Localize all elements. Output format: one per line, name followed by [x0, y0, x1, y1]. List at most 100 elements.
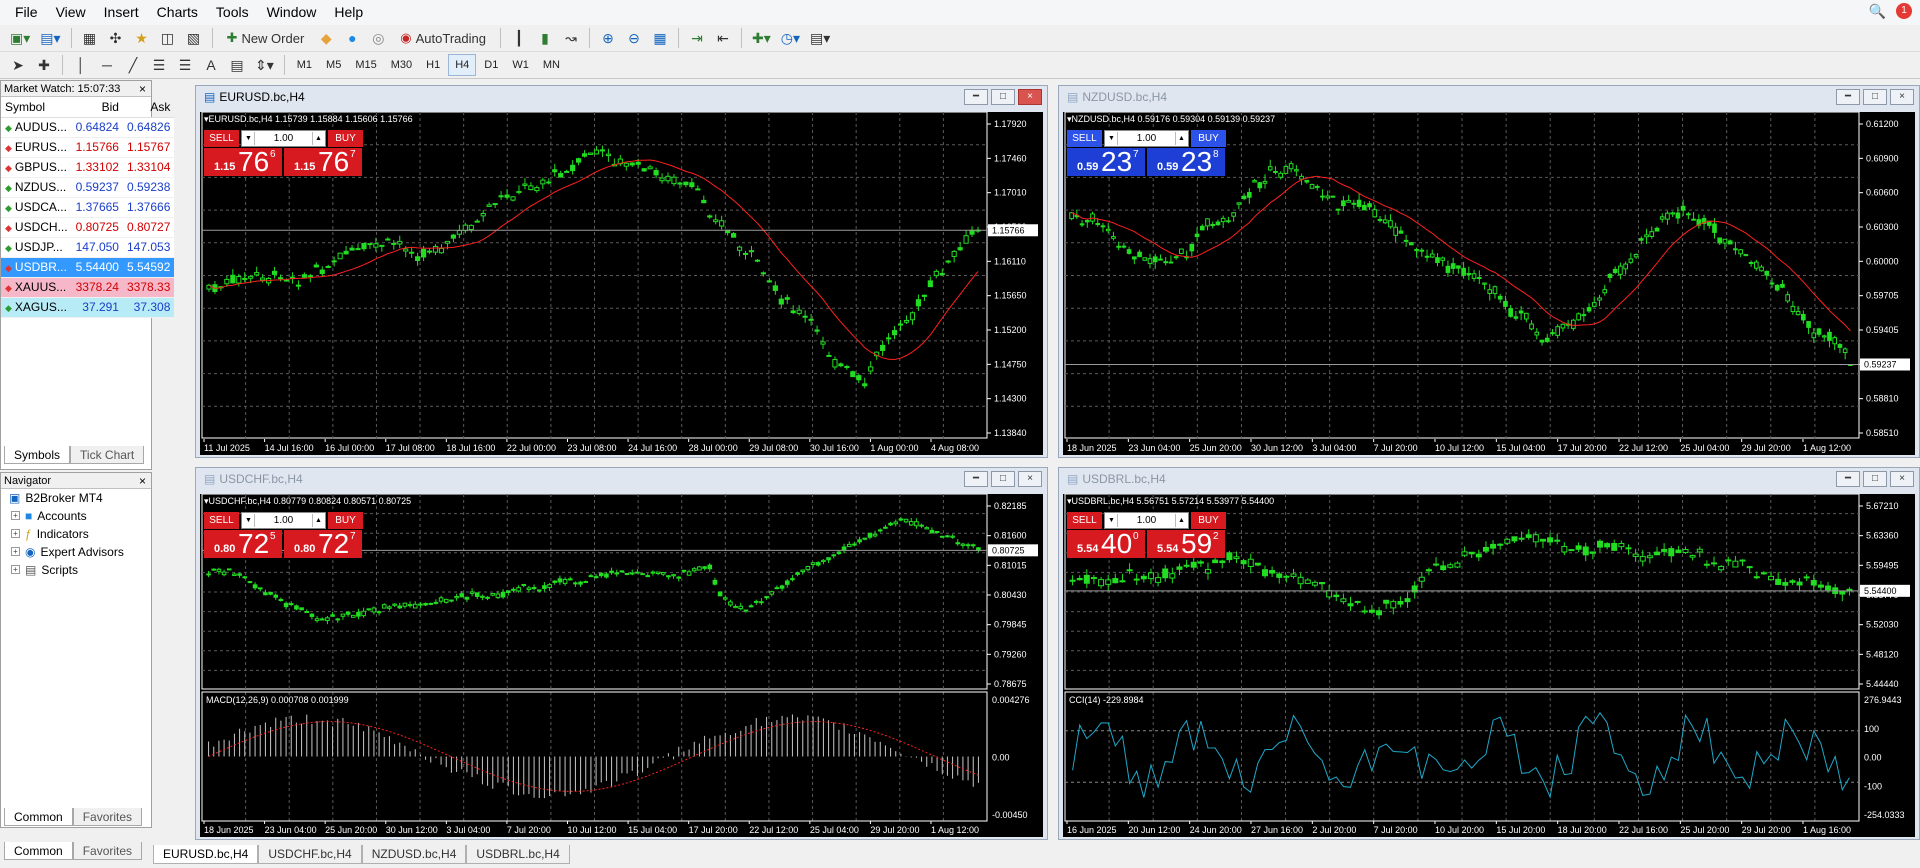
templates-icon[interactable]: ▤▾	[806, 27, 834, 49]
symbol-cell[interactable]: ◆ EURUS...	[1, 137, 72, 158]
buy-button[interactable]: BUY	[328, 130, 363, 147]
auto-scroll-icon[interactable]: ⇥	[685, 27, 709, 49]
navigator-root[interactable]: ▣ B2Broker MT4	[1, 489, 151, 507]
maximize-button[interactable]: □	[1863, 89, 1887, 105]
timeframe-m15[interactable]: M15	[349, 54, 382, 76]
chart-tab-usdbrl[interactable]: USDBRL.bc,H4	[466, 845, 570, 864]
column-header-ask[interactable]: Ask	[122, 97, 175, 118]
line-chart-icon[interactable]: ↝	[559, 27, 583, 49]
lot-size-input[interactable]: ▼ 1.00 ▲	[1104, 512, 1189, 529]
close-button[interactable]: ×	[1890, 471, 1914, 487]
chart-tab-nzdusd[interactable]: NZDUSD.bc,H4	[361, 845, 467, 864]
menu-charts[interactable]: Charts	[148, 0, 207, 25]
buy-price-box[interactable]: 0.59 23 8	[1147, 146, 1225, 177]
decrease-lot-icon[interactable]: ▼	[243, 514, 255, 527]
tab-favorites-outer[interactable]: Favorites	[72, 842, 143, 860]
sell-price-box[interactable]: 5.54 40 0	[1067, 528, 1145, 559]
table-row[interactable]: ◆ USDCA... 1.37665 1.37666	[1, 197, 175, 218]
notifications-icon[interactable]: 1	[1896, 3, 1912, 19]
trendline-icon[interactable]: ╱	[121, 54, 145, 76]
minimize-button[interactable]: ━	[964, 89, 988, 105]
timeframe-m1[interactable]: M1	[291, 54, 318, 76]
tab-tick-chart[interactable]: Tick Chart	[70, 446, 145, 464]
maximize-button[interactable]: □	[991, 471, 1015, 487]
sell-button[interactable]: SELL	[1067, 130, 1102, 147]
sell-price-box[interactable]: 1.15 76 6	[204, 146, 282, 177]
decrease-lot-icon[interactable]: ▼	[1106, 514, 1118, 527]
data-window-icon[interactable]: ✣	[104, 27, 128, 49]
decrease-lot-icon[interactable]: ▼	[243, 132, 255, 145]
navigator-item-expert-advisors[interactable]: + ◉ Expert Advisors	[1, 543, 151, 561]
table-row[interactable]: ◆ USDBR... 5.54400 5.54592	[1, 257, 175, 278]
terminal-icon[interactable]: ◫	[156, 27, 180, 49]
table-row[interactable]: ◆ USDCH... 0.80725 0.80727	[1, 217, 175, 238]
buy-button[interactable]: BUY	[1191, 130, 1226, 147]
tab-symbols[interactable]: Symbols	[4, 446, 71, 464]
timeframe-m30[interactable]: M30	[385, 54, 418, 76]
expand-icon[interactable]: +	[11, 511, 20, 520]
column-header-symbol[interactable]: Symbol	[1, 97, 72, 118]
timeframe-w1[interactable]: W1	[506, 54, 535, 76]
chart-window-usdbrl[interactable]: ▤ USDBRL.bc,H4 ━ □ × 5.67210 5.63360 5.59495 5…	[1058, 467, 1920, 840]
indicators-icon[interactable]: ✚▾	[748, 27, 775, 49]
buy-price-box[interactable]: 0.80 72 7	[284, 528, 362, 559]
zoom-out-icon[interactable]: ⊖	[622, 27, 646, 49]
lot-size-input[interactable]: ▼ 1.00 ▲	[241, 130, 326, 147]
signals-icon[interactable]: ◎	[366, 27, 390, 49]
increase-lot-icon[interactable]: ▲	[312, 514, 324, 527]
tile-windows-icon[interactable]: ▦	[648, 27, 672, 49]
close-button[interactable]: ×	[1018, 89, 1042, 105]
table-row[interactable]: ◆ XAUUS... 3378.24 3378.33	[1, 277, 175, 298]
chart-window-nzdusd[interactable]: ▤ NZDUSD.bc,H4 ━ □ × 0.61200 0.60900 0.60600 0…	[1058, 85, 1920, 458]
market-watch-icon[interactable]: ▦	[78, 27, 102, 49]
menu-file[interactable]: File	[6, 0, 47, 25]
zoom-in-icon[interactable]: ⊕	[596, 27, 620, 49]
experts-icon[interactable]: ●	[340, 27, 364, 49]
lot-size-input[interactable]: ▼ 1.00 ▲	[1104, 130, 1189, 147]
sell-price-box[interactable]: 0.80 72 5	[204, 528, 282, 559]
navigator-icon[interactable]: ★	[130, 27, 154, 49]
minimize-button[interactable]: ━	[1836, 471, 1860, 487]
expand-icon[interactable]: +	[11, 547, 20, 556]
chart-tab-eurusd[interactable]: EURUSD.bc,H4	[153, 845, 259, 864]
navigator-item-indicators[interactable]: + ƒ Indicators	[1, 525, 151, 543]
timeframe-h1[interactable]: H1	[420, 54, 446, 76]
menu-help[interactable]: Help	[325, 0, 372, 25]
column-header-bid[interactable]: Bid	[71, 97, 123, 118]
navigator-item-scripts[interactable]: + ▤ Scripts	[1, 561, 151, 579]
symbol-cell[interactable]: ◆ USDCA...	[1, 197, 72, 218]
tab-common-outer[interactable]: Common	[4, 842, 73, 860]
buy-price-box[interactable]: 5.54 59 2	[1147, 528, 1225, 559]
vertical-line-icon[interactable]: │	[69, 54, 93, 76]
cursor-icon[interactable]: ➤	[6, 54, 30, 76]
chart-area[interactable]: 0.82185 0.81600 0.81015 0.80430 0.79845 0.792…	[200, 494, 1043, 837]
crosshair-icon[interactable]: ✚	[32, 54, 56, 76]
chart-window-titlebar[interactable]: ▤ EURUSD.bc,H4 ━ □ ×	[196, 86, 1047, 108]
menu-window[interactable]: Window	[258, 0, 326, 25]
timeframe-d1[interactable]: D1	[478, 54, 504, 76]
symbol-cell[interactable]: ◆ XAUUS...	[1, 277, 72, 298]
autotrading-button[interactable]: ◉ AutoTrading	[392, 27, 494, 49]
menu-insert[interactable]: Insert	[95, 0, 148, 25]
chart-window-titlebar[interactable]: ▤ NZDUSD.bc,H4 ━ □ ×	[1059, 86, 1919, 108]
chart-area[interactable]: 1.179201.174601.170101.165601.161101.156…	[200, 112, 1043, 455]
chart-area[interactable]: 5.672105.633605.594955.557705.520305.481…	[1063, 494, 1915, 837]
symbol-cell[interactable]: ◆ USDBR...	[1, 257, 72, 278]
text-label-icon[interactable]: ▤	[225, 54, 249, 76]
table-row[interactable]: ◆ USDJP... 147.050 147.053	[1, 237, 175, 258]
timeframe-h4[interactable]: H4	[448, 54, 477, 76]
lot-size-input[interactable]: ▼ 1.00 ▲	[241, 512, 326, 529]
table-row[interactable]: ◆ EURUS... 1.15766 1.15767	[1, 137, 175, 158]
decrease-lot-icon[interactable]: ▼	[1106, 132, 1118, 145]
menu-tools[interactable]: Tools	[207, 0, 258, 25]
buy-button[interactable]: BUY	[1191, 512, 1226, 529]
sell-button[interactable]: SELL	[204, 130, 239, 147]
symbol-cell[interactable]: ◆ NZDUS...	[1, 177, 72, 198]
metaeditor-icon[interactable]: ◆	[314, 27, 338, 49]
chart-window-eurusd[interactable]: ▤ EURUSD.bc,H4 ━ □ × 1.17920 1.17460 1.17010 1…	[195, 85, 1048, 458]
chart-shift-icon[interactable]: ⇤	[711, 27, 735, 49]
symbol-cell[interactable]: ◆ AUDUS...	[1, 117, 72, 138]
increase-lot-icon[interactable]: ▲	[1175, 514, 1187, 527]
symbol-cell[interactable]: ◆ USDJP...	[1, 237, 72, 258]
buy-button[interactable]: BUY	[328, 512, 363, 529]
